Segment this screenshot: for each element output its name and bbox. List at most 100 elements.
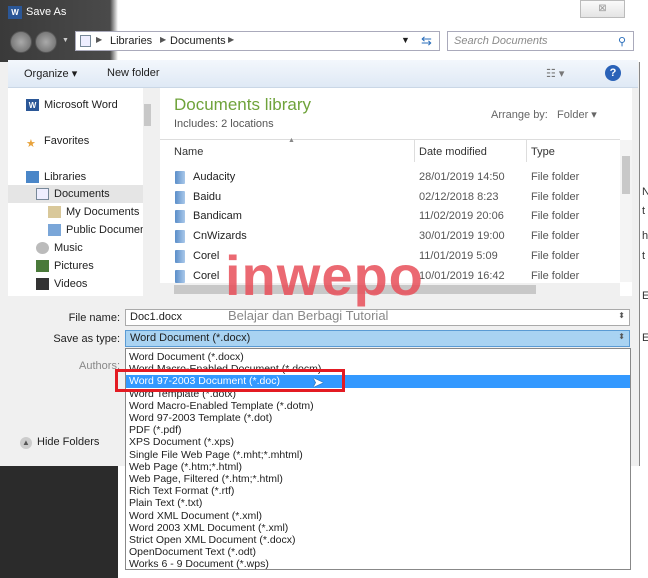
back-button[interactable] [10, 31, 32, 53]
file-type-option[interactable]: Rich Text Format (*.rtf) [129, 485, 629, 497]
file-type-option[interactable]: Strict Open XML Document (*.docx) [129, 534, 629, 546]
save-as-type-select[interactable]: Word Document (*.docx) ⬍ [125, 330, 630, 347]
file-type-option[interactable]: Word Macro-Enabled Template (*.dotm) [129, 400, 629, 412]
nav-item-music[interactable]: Music [36, 239, 83, 257]
organize-button[interactable]: Organize ▾ [24, 67, 77, 80]
hide-folders-label: Hide Folders [37, 436, 100, 448]
nav-item-my-documents[interactable]: My Documents [48, 203, 139, 221]
videos-icon [36, 278, 49, 291]
nav-item-videos[interactable]: Videos [36, 275, 87, 293]
file-type-option[interactable]: Word 97-2003 Template (*.dot) [129, 412, 629, 424]
file-type: File folder [531, 190, 580, 203]
background-doc-text: E [642, 332, 648, 344]
arrange-dropdown[interactable]: Folder ▾ [557, 109, 597, 121]
library-subtitle: Includes: 2 locations [174, 118, 274, 130]
navigation-pane: W Microsoft Word ★ Favorites Libraries Doc… [8, 88, 152, 296]
nav-label: My Documents [66, 206, 140, 218]
nav-item-pictures[interactable]: Pictures [36, 257, 94, 275]
nav-item-microsoft-word[interactable]: W Microsoft Word [26, 96, 118, 114]
file-date: 30/01/2019 19:00 [419, 230, 505, 243]
file-type-option[interactable]: Web Page, Filtered (*.htm;*.html) [129, 473, 629, 485]
file-type-option[interactable]: PDF (*.pdf) [129, 424, 629, 436]
nav-item-libraries[interactable]: Libraries [26, 168, 86, 186]
file-type-option[interactable]: Word 2003 XML Document (*.xml) [129, 522, 629, 534]
file-type: File folder [531, 171, 580, 183]
file-type-option[interactable]: Word XML Document (*.xml) [129, 510, 629, 522]
save-as-type-label: Save as type: [53, 333, 120, 345]
command-bar: Organize ▾ New folder ☷ ▾ ? [8, 60, 638, 88]
recent-locations-dropdown[interactable]: ▼ [62, 37, 69, 44]
file-type-option[interactable]: Single File Web Page (*.mht;*.mhtml) [129, 449, 629, 461]
search-input[interactable]: Search Documents ⚲ [447, 31, 634, 51]
file-type-option[interactable]: Web Page (*.htm;*.html) [129, 461, 629, 473]
nav-item-public-documents[interactable]: Public Documents [48, 221, 143, 239]
close-button[interactable]: ⊠ [580, 0, 625, 18]
file-type-option[interactable]: Plain Text (*.txt) [129, 497, 629, 509]
file-row[interactable]: Bandicam 11/02/2019 20:06 File folder [172, 207, 622, 225]
folder-icon [175, 269, 185, 283]
nav-scrollbar[interactable] [143, 88, 152, 296]
file-row[interactable]: Audacity 28/01/2019 14:50 File folder [172, 168, 622, 186]
chevron-right-icon: ▶ [160, 35, 167, 44]
column-divider[interactable] [414, 140, 415, 162]
arrange-label: Arrange by: [491, 109, 548, 121]
sort-arrow-icon: ▲ [288, 137, 295, 144]
column-header-name[interactable]: Name [174, 146, 203, 158]
file-date: 10/01/2019 16:42 [419, 269, 505, 282]
nav-label: Documents [54, 188, 110, 200]
column-header-type[interactable]: Type [531, 146, 555, 158]
file-date: 02/12/2018 8:23 [419, 190, 499, 203]
file-type: File folder [531, 210, 580, 223]
column-divider[interactable] [526, 140, 527, 162]
search-placeholder: Search Documents [454, 35, 548, 47]
file-date: 11/01/2019 5:09 [419, 249, 498, 262]
window-title: Save As [26, 6, 67, 18]
nav-label: Favorites [44, 135, 90, 147]
file-type-option[interactable]: Word Document (*.docx) [129, 351, 629, 363]
help-icon[interactable]: ? [605, 65, 621, 81]
folder-icon [175, 190, 185, 204]
file-name: Baidu [193, 190, 222, 203]
nav-item-documents[interactable]: Documents [8, 185, 143, 203]
hide-folders-button[interactable]: ▲ Hide Folders [20, 436, 99, 449]
breadcrumb-documents[interactable]: Documents [170, 35, 226, 47]
file-type-option[interactable]: OpenDocument Text (*.odt) [129, 546, 629, 558]
spin-icon: ⬍ [618, 311, 625, 320]
word-icon: W [8, 6, 22, 19]
nav-item-favorites[interactable]: ★ Favorites [26, 132, 89, 150]
search-icon[interactable]: ⚲ [618, 35, 626, 48]
breadcrumb-libraries[interactable]: Libraries [110, 35, 152, 47]
background-doc-text: t [642, 250, 646, 262]
background-doc-text: t [642, 205, 646, 217]
file-date: 11/02/2019 20:06 [419, 210, 504, 223]
refresh-icon[interactable]: ⇆ [421, 33, 432, 49]
pictures-icon [36, 260, 49, 273]
header-divider [160, 139, 620, 140]
nav-label: Microsoft Word [44, 99, 118, 111]
arrange-by[interactable]: Arrange by: Folder ▾ [491, 108, 597, 121]
address-bar[interactable]: ▶ Libraries ▶ Documents ▶ ▼ ⇆ [75, 31, 440, 51]
file-row[interactable]: Baidu 02/12/2018 8:23 File folder [172, 188, 622, 206]
forward-button[interactable] [35, 31, 57, 53]
chevron-down-icon[interactable]: ▼ [401, 35, 410, 45]
file-type-option[interactable]: Works 6 - 9 Document (*.wps) [129, 558, 629, 570]
chevron-right-icon: ▶ [96, 35, 103, 44]
file-name: Audacity [193, 171, 236, 183]
file-list-vertical-scrollbar[interactable] [620, 140, 632, 282]
view-options-icon[interactable]: ☷ ▾ [546, 67, 564, 80]
file-date: 28/01/2019 14:50 [419, 171, 505, 183]
watermark-logo: inwepo [225, 244, 424, 307]
nav-label: Public Documents [66, 224, 143, 236]
nav-label: Videos [54, 278, 88, 290]
annotation-highlight-box [115, 369, 345, 392]
file-name: Corel [193, 249, 220, 262]
column-header-date[interactable]: Date modified [419, 146, 487, 158]
file-type-option[interactable]: XPS Document (*.xps) [129, 436, 629, 448]
libraries-icon [26, 171, 39, 184]
background-document [641, 0, 648, 578]
new-folder-button[interactable]: New folder [107, 67, 160, 79]
file-name-label: File name: [68, 312, 120, 324]
chevron-right-icon: ▶ [228, 35, 235, 44]
word-icon: W [26, 99, 39, 112]
save-as-type-value: Word Document (*.docx) [130, 332, 251, 344]
